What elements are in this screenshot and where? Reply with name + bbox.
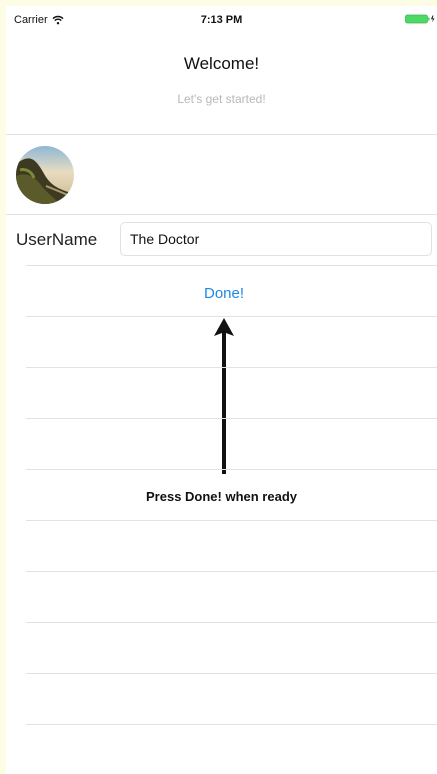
row-separator	[26, 469, 437, 470]
row-separator	[26, 316, 437, 317]
row-separator	[26, 520, 437, 521]
status-bar: Carrier 7:13 PM	[6, 6, 437, 34]
status-time: 7:13 PM	[200, 14, 243, 26]
row-separator	[26, 265, 437, 266]
row-separator	[26, 418, 437, 419]
username-input[interactable]	[120, 222, 432, 256]
done-button[interactable]: Done!	[146, 280, 302, 306]
row-separator	[26, 724, 437, 725]
hint-text: Press Done! when ready	[146, 489, 297, 504]
row-separator	[6, 134, 437, 135]
row-separator	[26, 673, 437, 674]
battery-icon	[405, 14, 435, 24]
avatar[interactable]	[16, 146, 74, 204]
username-label: UserName	[16, 230, 98, 249]
page-title: Welcome!	[183, 54, 260, 73]
app-screen: Carrier 7:13 PM Welcome! Let's get start…	[6, 6, 437, 774]
up-arrow-icon	[214, 318, 234, 474]
row-separator	[6, 214, 437, 215]
row-separator	[26, 571, 437, 572]
page-subtitle: Let's get started!	[177, 92, 266, 106]
avatar-photo-icon	[16, 146, 74, 204]
row-separator	[26, 622, 437, 623]
row-separator	[26, 367, 437, 368]
